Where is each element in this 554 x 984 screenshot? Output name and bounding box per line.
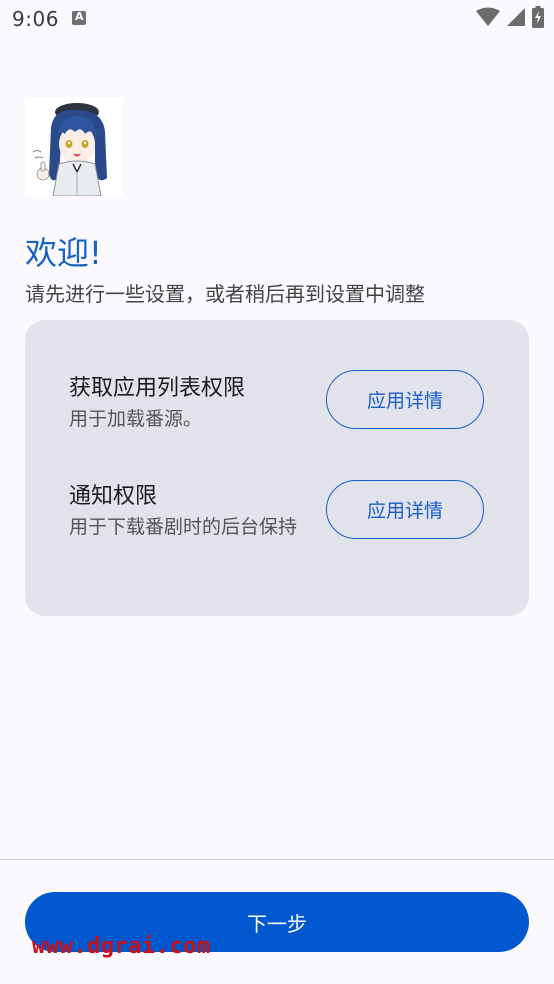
watermark: www.dgrai.com (32, 934, 211, 959)
text-notification-icon (72, 10, 86, 25)
welcome-subtitle: 请先进行一些设置，或者稍后再到设置中调整 (25, 282, 425, 306)
app-details-button[interactable]: 应用详情 (326, 480, 484, 539)
battery-charging-icon (532, 6, 544, 28)
anime-girl-illustration (25, 98, 123, 197)
permissions-card: 获取应用列表权限 用于加载番源。 应用详情 通知权限 用于下载番剧时的后台保持 … (25, 320, 529, 616)
permission-description: 用于下载番剧时的后台保持 (69, 516, 298, 538)
cellular-signal-icon (507, 8, 525, 26)
avatar (25, 98, 123, 197)
permission-title: 通知权限 (69, 484, 158, 509)
status-bar: 9:06 (0, 0, 554, 40)
status-time: 9:06 (12, 7, 59, 31)
system-icons (476, 6, 544, 28)
permission-description: 用于加载番源。 (69, 408, 203, 430)
app-details-button[interactable]: 应用详情 (326, 370, 484, 429)
permission-title: 获取应用列表权限 (69, 376, 246, 401)
wifi-icon (476, 7, 500, 26)
welcome-title: 欢迎! (25, 234, 102, 272)
footer-divider (0, 859, 554, 860)
